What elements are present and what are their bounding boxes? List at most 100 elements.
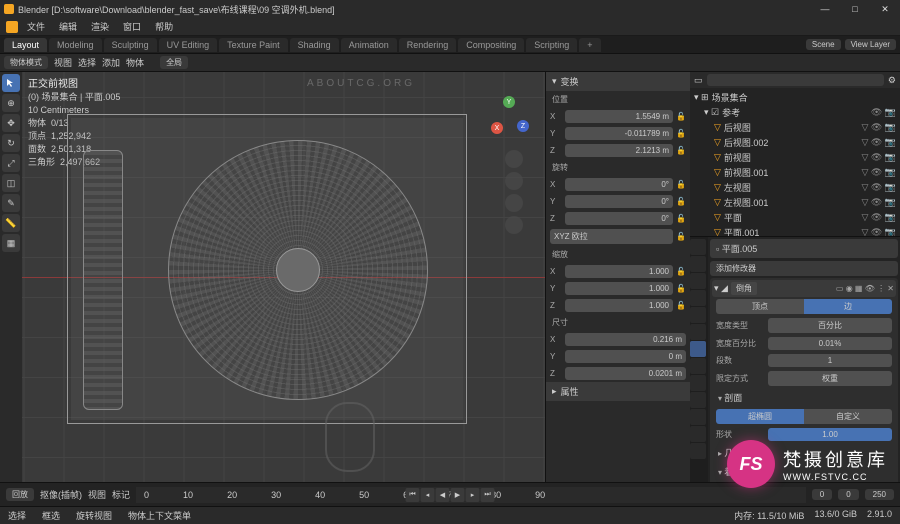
- segments[interactable]: 1: [768, 354, 892, 367]
- gizmo-z[interactable]: Z: [517, 120, 529, 132]
- frame-current[interactable]: 0: [812, 489, 832, 500]
- bevel-edge[interactable]: 边: [804, 299, 892, 314]
- tab-rendering[interactable]: Rendering: [399, 38, 457, 52]
- tab-texture[interactable]: Texture Paint: [219, 38, 288, 52]
- filter-icon[interactable]: ⚙: [888, 75, 896, 86]
- timeline-marker[interactable]: 标记: [112, 488, 130, 501]
- tool-move[interactable]: ✥: [2, 114, 20, 132]
- tool-annotate[interactable]: ✎: [2, 194, 20, 212]
- timeline-view[interactable]: 视图: [88, 488, 106, 501]
- profile-super[interactable]: 超椭圆: [716, 409, 804, 424]
- width-type[interactable]: 百分比: [768, 318, 892, 333]
- outliner-item[interactable]: ▽后视图.002▽ 👁 📷: [694, 135, 896, 150]
- outliner-item[interactable]: ▽后视图▽ 👁 📷: [694, 120, 896, 135]
- ptab-constraints[interactable]: [690, 392, 706, 408]
- nav-pan[interactable]: [505, 172, 523, 190]
- prev-key[interactable]: ◂: [421, 488, 435, 502]
- ptab-scene[interactable]: [690, 290, 706, 306]
- menu-edit[interactable]: 编辑: [54, 20, 82, 33]
- tool-addcube[interactable]: ▦: [2, 234, 20, 252]
- mesh-object[interactable]: [67, 114, 467, 424]
- outliner-item[interactable]: ▽平面.001▽ 👁 📷: [694, 225, 896, 237]
- tab-animation[interactable]: Animation: [341, 38, 397, 52]
- loc-x[interactable]: 1.5549 m: [565, 110, 673, 123]
- play-reverse[interactable]: ◀: [436, 488, 450, 502]
- outliner-type-icon[interactable]: ▭: [694, 75, 703, 86]
- tab-add[interactable]: +: [579, 38, 600, 52]
- ptab-modifier[interactable]: [690, 341, 706, 357]
- jump-start[interactable]: ⏮: [406, 488, 420, 502]
- tool-rotate[interactable]: ↻: [2, 134, 20, 152]
- loc-z[interactable]: 2.1213 m: [565, 144, 673, 157]
- next-key[interactable]: ▸: [466, 488, 480, 502]
- outliner-collection[interactable]: ▾ ⊞ 场景集合: [694, 90, 896, 105]
- scale-z[interactable]: 1.000: [565, 299, 673, 312]
- tab-modeling[interactable]: Modeling: [49, 38, 102, 52]
- ptab-object[interactable]: [690, 324, 706, 340]
- scale-x[interactable]: 1.000: [565, 265, 673, 278]
- tool-cursor[interactable]: ⊕: [2, 94, 20, 112]
- ptab-data[interactable]: [690, 409, 706, 425]
- gizmo-x[interactable]: X: [491, 122, 503, 134]
- menu-window[interactable]: 窗口: [118, 20, 146, 33]
- 3d-viewport[interactable]: ABOUTCG.ORG 正交前视图 (0) 场景集合 | 平面.005 10 C…: [22, 72, 545, 482]
- play[interactable]: ▶: [451, 488, 465, 502]
- tab-layout[interactable]: Layout: [4, 38, 47, 52]
- bevel-vertex[interactable]: 顶点: [716, 299, 804, 314]
- outliner-collection-ref[interactable]: ▾ ☑ 参考👁 📷: [694, 105, 896, 120]
- limit-method[interactable]: 权重: [768, 371, 892, 386]
- menu-view[interactable]: 视图: [54, 56, 72, 69]
- timeline-playback[interactable]: 回放: [6, 488, 34, 501]
- rot-y[interactable]: 0°: [565, 195, 673, 208]
- props-panel-header[interactable]: ▸ 属性: [546, 382, 690, 401]
- timeline-keying[interactable]: 抠像(插帧): [40, 488, 82, 501]
- close-button[interactable]: ✕: [870, 0, 900, 18]
- maximize-button[interactable]: □: [840, 0, 870, 18]
- menu-help[interactable]: 帮助: [150, 20, 178, 33]
- scene-selector[interactable]: Scene: [806, 39, 841, 50]
- orientation-selector[interactable]: 全局: [160, 56, 188, 69]
- tab-uv[interactable]: UV Editing: [159, 38, 218, 52]
- dim-y[interactable]: 0 m: [565, 350, 686, 363]
- jump-end[interactable]: ⏭: [481, 488, 495, 502]
- loc-y[interactable]: -0.011789 m: [565, 127, 673, 140]
- tab-sculpting[interactable]: Sculpting: [104, 38, 157, 52]
- add-modifier-dropdown[interactable]: 添加修改器: [710, 261, 898, 276]
- outliner-item[interactable]: ▽左视图▽ 👁 📷: [694, 180, 896, 195]
- outliner-search[interactable]: [707, 74, 884, 86]
- tab-compositing[interactable]: Compositing: [458, 38, 524, 52]
- mode-selector[interactable]: 物体模式: [4, 56, 48, 69]
- width-value[interactable]: 0.01%: [768, 337, 892, 350]
- scale-y[interactable]: 1.000: [565, 282, 673, 295]
- nav-ortho[interactable]: [505, 216, 523, 234]
- blender-logo-icon[interactable]: [6, 21, 18, 33]
- dim-x[interactable]: 0.216 m: [565, 333, 686, 346]
- nav-gizmo[interactable]: X Y Z: [485, 92, 533, 140]
- outliner-item[interactable]: ▽前视图.001▽ 👁 📷: [694, 165, 896, 180]
- nav-zoom[interactable]: [505, 150, 523, 168]
- frame-end[interactable]: 250: [865, 489, 894, 500]
- ptab-viewlayer[interactable]: [690, 273, 706, 289]
- tool-select[interactable]: [2, 74, 20, 92]
- minimize-button[interactable]: —: [810, 0, 840, 18]
- ptab-physics[interactable]: [690, 375, 706, 391]
- object-name-field[interactable]: ▫ 平面.005: [710, 239, 898, 258]
- outliner-item[interactable]: ▽左视图.001▽ 👁 📷: [694, 195, 896, 210]
- outliner-item[interactable]: ▽前视图▽ 👁 📷: [694, 150, 896, 165]
- profile-custom[interactable]: 自定义: [804, 409, 892, 424]
- menu-object[interactable]: 物体: [126, 56, 144, 69]
- menu-add[interactable]: 添加: [102, 56, 120, 69]
- tab-shading[interactable]: Shading: [290, 38, 339, 52]
- viewlayer-selector[interactable]: View Layer: [845, 39, 896, 50]
- ptab-particles[interactable]: [690, 358, 706, 374]
- tool-scale[interactable]: ⤢: [2, 154, 20, 172]
- ptab-render[interactable]: [690, 239, 706, 255]
- ptab-output[interactable]: [690, 256, 706, 272]
- rot-x[interactable]: 0°: [565, 178, 673, 191]
- dim-z[interactable]: 0.0201 m: [565, 367, 686, 380]
- menu-select[interactable]: 选择: [78, 56, 96, 69]
- menu-file[interactable]: 文件: [22, 20, 50, 33]
- tool-transform[interactable]: ◫: [2, 174, 20, 192]
- rot-mode[interactable]: XYZ 欧拉: [550, 229, 673, 244]
- ptab-world[interactable]: [690, 307, 706, 323]
